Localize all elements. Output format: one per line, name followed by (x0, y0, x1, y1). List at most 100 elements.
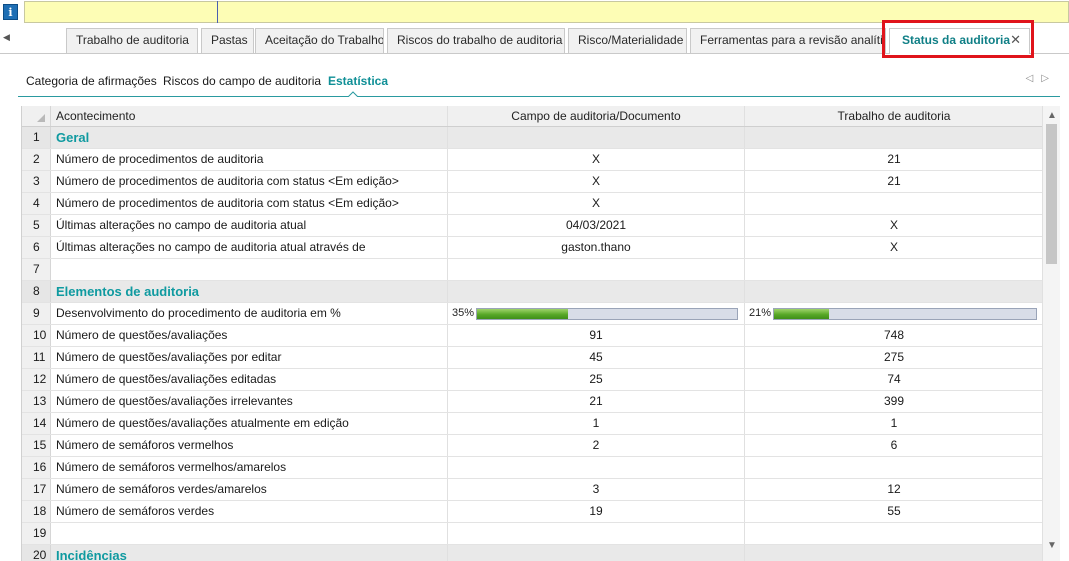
trabalho-cell[interactable]: X (745, 237, 1042, 258)
row-number[interactable]: 4 (22, 193, 51, 214)
trabalho-cell[interactable]: 399 (745, 391, 1042, 412)
table-row[interactable]: 11 Número de questões/avaliações por edit… (22, 347, 1042, 369)
section-title[interactable]: Geral (51, 127, 448, 148)
campo-cell[interactable] (448, 259, 745, 280)
campo-cell[interactable] (448, 127, 745, 148)
subtab-scroll-left-icon[interactable]: ◁ (1026, 73, 1042, 84)
table-row[interactable]: 15 Número de semáforos vermelhos 2 6 (22, 435, 1042, 457)
row-number[interactable]: 3 (22, 171, 51, 192)
event-cell[interactable]: Número de questões/avaliações por editar (51, 347, 448, 368)
event-cell[interactable]: Número de questões/avaliações atualmente… (51, 413, 448, 434)
campo-cell[interactable] (448, 457, 745, 478)
section-row[interactable]: 20 Incidências (22, 545, 1042, 561)
table-row[interactable]: 10 Número de questões/avaliações 91 748 (22, 325, 1042, 347)
column-header-event[interactable]: Acontecimento (51, 106, 448, 126)
trabalho-cell[interactable]: 55 (745, 501, 1042, 522)
event-cell[interactable]: Número de questões/avaliações (51, 325, 448, 346)
campo-cell[interactable] (448, 523, 745, 544)
row-number[interactable]: 18 (22, 501, 51, 522)
campo-cell[interactable]: 45 (448, 347, 745, 368)
trabalho-cell[interactable] (745, 281, 1042, 302)
table-row[interactable]: 13 Número de questões/avaliações irreleva… (22, 391, 1042, 413)
table-row[interactable]: 5 Últimas alterações no campo de auditori… (22, 215, 1042, 237)
table-row[interactable]: 14 Número de questões/avaliações atualmen… (22, 413, 1042, 435)
table-row[interactable]: 16 Número de semáforos vermelhos/amarelos (22, 457, 1042, 479)
section-row[interactable]: 8 Elementos de auditoria (22, 281, 1042, 303)
scrollbar-thumb[interactable] (1046, 124, 1057, 264)
row-number[interactable]: 13 (22, 391, 51, 412)
section-title[interactable]: Incidências (51, 545, 448, 561)
scroll-down-icon[interactable]: ▼ (1047, 540, 1057, 551)
subtab-scroll-right-icon[interactable]: ▷ (1041, 73, 1057, 84)
event-cell[interactable]: Número de semáforos verdes (51, 501, 448, 522)
table-row[interactable]: 4 Número de procedimentos de auditoria co… (22, 193, 1042, 215)
table-row[interactable]: 18 Número de semáforos verdes 19 55 (22, 501, 1042, 523)
row-number[interactable]: 14 (22, 413, 51, 434)
tab-trabalho-de-auditoria[interactable]: Trabalho de auditoria (66, 28, 198, 53)
table-row[interactable]: 7 (22, 259, 1042, 281)
trabalho-cell[interactable] (745, 545, 1042, 561)
event-cell[interactable]: Desenvolvimento do procedimento de audit… (51, 303, 448, 324)
event-cell[interactable]: Últimas alterações no campo de auditoria… (51, 215, 448, 236)
subtab-categoria-de-afirmacoes[interactable]: Categoria de afirmações (26, 74, 157, 88)
trabalho-cell[interactable]: 21 (745, 171, 1042, 192)
column-header-trabalho[interactable]: Trabalho de auditoria (745, 106, 1042, 126)
event-cell[interactable]: Número de semáforos vermelhos (51, 435, 448, 456)
row-number[interactable]: 2 (22, 149, 51, 170)
trabalho-cell[interactable] (745, 127, 1042, 148)
row-number[interactable]: 20 (22, 545, 51, 561)
section-row[interactable]: 1 Geral (22, 127, 1042, 149)
select-all-corner[interactable] (22, 106, 51, 126)
event-cell[interactable]: Número de procedimentos de auditoria com… (51, 193, 448, 214)
row-number[interactable]: 10 (22, 325, 51, 346)
campo-cell[interactable] (448, 545, 745, 561)
campo-cell[interactable]: 19 (448, 501, 745, 522)
scroll-up-icon[interactable]: ▲ (1047, 110, 1057, 121)
row-number[interactable]: 17 (22, 479, 51, 500)
tab-scroll-left-icon[interactable]: ◀ (3, 32, 10, 43)
trabalho-cell[interactable]: 275 (745, 347, 1042, 368)
table-row[interactable]: 9 Desenvolvimento do procedimento de audi… (22, 303, 1042, 325)
trabalho-cell[interactable]: 1 (745, 413, 1042, 434)
row-number[interactable]: 12 (22, 369, 51, 390)
campo-cell[interactable]: X (448, 171, 745, 192)
event-cell[interactable] (51, 523, 448, 544)
row-number[interactable]: 11 (22, 347, 51, 368)
trabalho-cell[interactable]: 12 (745, 479, 1042, 500)
trabalho-cell[interactable] (745, 523, 1042, 544)
tab-pastas[interactable]: Pastas (201, 28, 254, 53)
table-row[interactable]: 19 (22, 523, 1042, 545)
event-cell[interactable]: Número de procedimentos de auditoria (51, 149, 448, 170)
table-row[interactable]: 3 Número de procedimentos de auditoria co… (22, 171, 1042, 193)
tab-aceitacao-do-trabalho[interactable]: Aceitação do Trabalho (255, 28, 384, 53)
event-cell[interactable]: Número de questões/avaliações editadas (51, 369, 448, 390)
trabalho-cell[interactable]: 21 (745, 149, 1042, 170)
campo-cell[interactable]: X (448, 193, 745, 214)
event-cell[interactable]: Número de questões/avaliações irrelevant… (51, 391, 448, 412)
trabalho-cell[interactable] (745, 193, 1042, 214)
row-number[interactable]: 15 (22, 435, 51, 456)
campo-cell[interactable]: 3 (448, 479, 745, 500)
campo-cell[interactable]: X (448, 149, 745, 170)
event-cell[interactable]: Número de semáforos verdes/amarelos (51, 479, 448, 500)
event-cell[interactable]: Número de procedimentos de auditoria com… (51, 171, 448, 192)
table-row[interactable]: 12 Número de questões/avaliações editadas… (22, 369, 1042, 391)
campo-cell[interactable]: 25 (448, 369, 745, 390)
trabalho-cell[interactable] (745, 259, 1042, 280)
campo-cell[interactable]: 04/03/2021 (448, 215, 745, 236)
subtab-estatistica[interactable]: Estatística (328, 74, 388, 88)
row-number[interactable]: 1 (22, 127, 51, 148)
trabalho-progress-cell[interactable]: 21% (745, 303, 1042, 324)
subtab-riscos-do-campo[interactable]: Riscos do campo de auditoria (163, 74, 321, 88)
row-number[interactable]: 8 (22, 281, 51, 302)
table-row[interactable]: 6 Últimas alterações no campo de auditori… (22, 237, 1042, 259)
vertical-scrollbar[interactable]: ▲ ▼ (1042, 106, 1060, 561)
tab-ferramentas-revisao[interactable]: Ferramentas para a revisão analítica (690, 28, 886, 53)
row-number[interactable]: 19 (22, 523, 51, 544)
tab-riscos-do-trabalho[interactable]: Riscos do trabalho de auditoria (387, 28, 565, 53)
trabalho-cell[interactable]: 74 (745, 369, 1042, 390)
campo-cell[interactable]: gaston.thano (448, 237, 745, 258)
tab-risco-materialidade[interactable]: Risco/Materialidade (568, 28, 687, 53)
campo-cell[interactable]: 21 (448, 391, 745, 412)
campo-cell[interactable]: 91 (448, 325, 745, 346)
